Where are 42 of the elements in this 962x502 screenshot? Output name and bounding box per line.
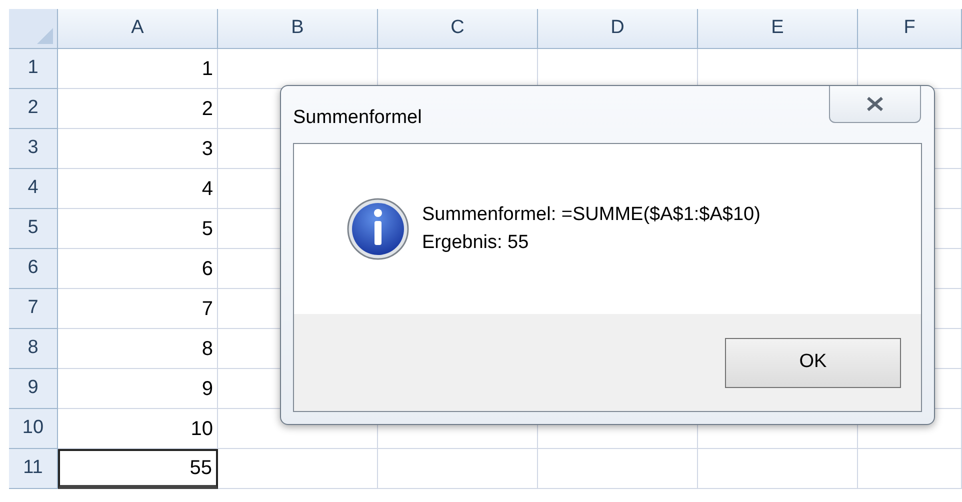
close-button[interactable] — [829, 86, 921, 123]
column-header[interactable]: F — [858, 9, 962, 49]
row-header[interactable]: 9 — [9, 369, 58, 409]
column-header[interactable]: D — [538, 9, 698, 49]
row-header[interactable]: 6 — [9, 249, 58, 289]
column-header[interactable]: C — [378, 9, 538, 49]
table-cell[interactable]: 55 — [58, 449, 218, 489]
empty-cell[interactable] — [858, 449, 962, 489]
table-cell[interactable]: 3 — [58, 129, 218, 169]
empty-cell[interactable] — [538, 449, 698, 489]
table-cell[interactable]: 6 — [58, 249, 218, 289]
row-header[interactable]: 2 — [9, 89, 58, 129]
empty-cell[interactable] — [378, 449, 538, 489]
table-cell[interactable]: 2 — [58, 89, 218, 129]
empty-cell[interactable] — [218, 449, 378, 489]
row-header[interactable]: 10 — [9, 409, 58, 449]
column-header[interactable]: A — [58, 9, 218, 49]
column-header[interactable]: E — [698, 9, 858, 49]
table-cell[interactable]: 8 — [58, 329, 218, 369]
corner-triangle-icon — [37, 28, 53, 44]
select-all-corner[interactable] — [9, 9, 58, 49]
empty-cell[interactable] — [698, 449, 858, 489]
row-header[interactable]: 4 — [9, 169, 58, 209]
ok-button[interactable]: OK — [725, 338, 901, 388]
row-header[interactable]: 11 — [9, 449, 58, 489]
table-cell[interactable]: 5 — [58, 209, 218, 249]
table-cell[interactable]: 10 — [58, 409, 218, 449]
row-header[interactable]: 5 — [9, 209, 58, 249]
column-header[interactable]: B — [218, 9, 378, 49]
close-icon — [865, 96, 885, 112]
table-cell[interactable]: 4 — [58, 169, 218, 209]
message-text: Ergebnis: 55 — [422, 231, 530, 255]
table-cell[interactable]: 7 — [58, 289, 218, 329]
row-header[interactable]: 1 — [9, 49, 58, 89]
row-header[interactable]: 3 — [9, 129, 58, 169]
info-icon — [346, 197, 410, 261]
dialog-title: Summenformel — [293, 106, 422, 130]
row-header[interactable]: 7 — [9, 289, 58, 329]
table-cell[interactable]: 9 — [58, 369, 218, 409]
message-text: Summenformel: =SUMME($A$1:$A$10) — [422, 203, 760, 227]
table-cell[interactable]: 1 — [58, 49, 218, 89]
row-header[interactable]: 8 — [9, 329, 58, 369]
